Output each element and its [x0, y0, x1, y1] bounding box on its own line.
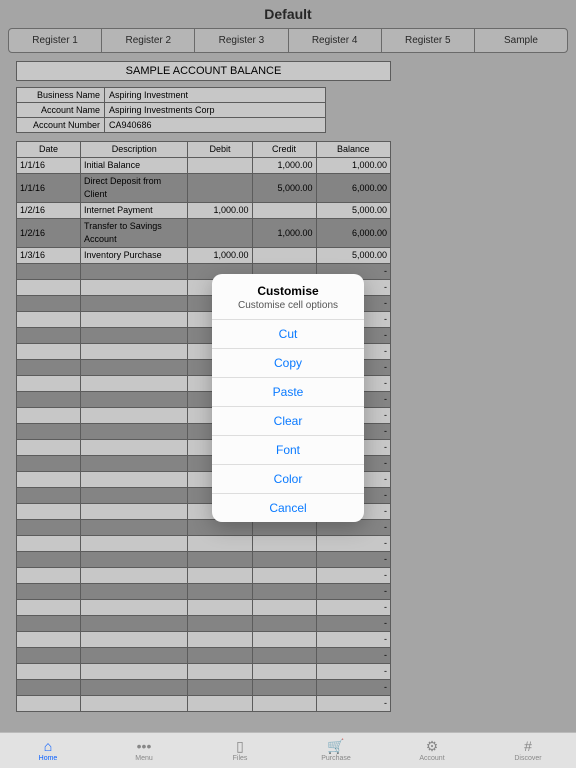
nav-discover[interactable]: #Discover	[480, 733, 576, 768]
account-icon: ⚙	[426, 739, 439, 755]
bottom-bar: ⌂Home•••Menu▯Files🛒Purchase⚙Account#Disc…	[0, 732, 576, 768]
cancel-button[interactable]: Cancel	[212, 493, 364, 522]
clear-button[interactable]: Clear	[212, 406, 364, 435]
nav-label: Files	[233, 755, 248, 762]
nav-label: Account	[419, 755, 444, 762]
nav-label: Menu	[135, 755, 153, 762]
files-icon: ▯	[236, 739, 244, 755]
nav-files[interactable]: ▯Files	[192, 733, 288, 768]
nav-purchase[interactable]: 🛒Purchase	[288, 733, 384, 768]
home-icon: ⌂	[44, 739, 52, 755]
paste-button[interactable]: Paste	[212, 377, 364, 406]
color-button[interactable]: Color	[212, 464, 364, 493]
cut-button[interactable]: Cut	[212, 319, 364, 348]
nav-menu[interactable]: •••Menu	[96, 733, 192, 768]
discover-icon: #	[524, 739, 532, 755]
nav-label: Discover	[514, 755, 541, 762]
nav-account[interactable]: ⚙Account	[384, 733, 480, 768]
font-button[interactable]: Font	[212, 435, 364, 464]
modal-title: Customise	[220, 284, 356, 298]
modal-subtitle: Customise cell options	[220, 300, 356, 311]
customise-modal: Customise Customise cell options CutCopy…	[212, 274, 364, 522]
nav-label: Purchase	[321, 755, 351, 762]
menu-icon: •••	[137, 739, 152, 755]
purchase-icon: 🛒	[327, 739, 344, 755]
copy-button[interactable]: Copy	[212, 348, 364, 377]
nav-label: Home	[39, 755, 58, 762]
nav-home[interactable]: ⌂Home	[0, 733, 96, 768]
